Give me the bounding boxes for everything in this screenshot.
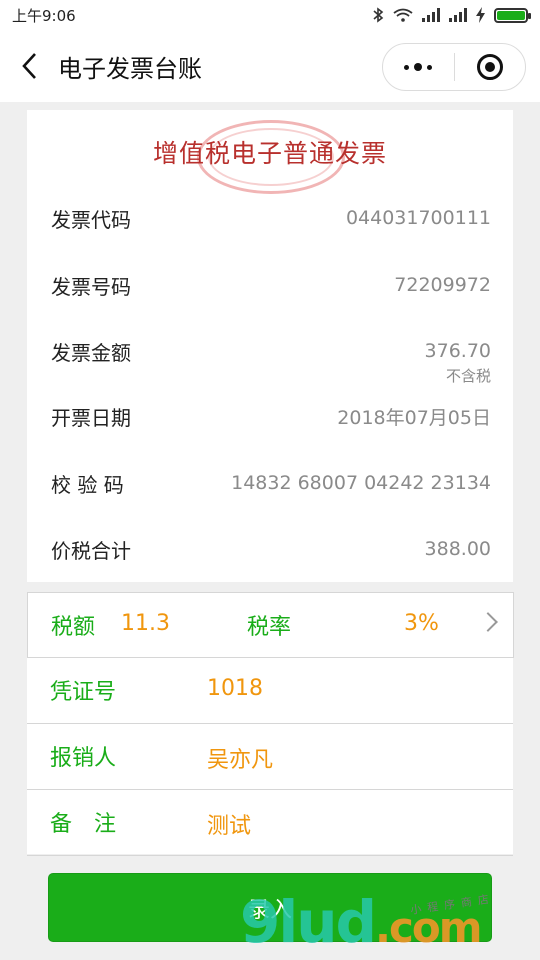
page-title: 电子发票台账 xyxy=(58,54,202,83)
invoice-row-number: 发票号码 72209972 xyxy=(51,265,491,305)
details-card: 税额 11.3 税率 3% 凭证号 1018 报销人 吴亦凡 备 注 测试 xyxy=(27,592,514,856)
charging-icon xyxy=(476,7,485,23)
invoice-row-date: 开票日期 2018年07月05日 xyxy=(51,396,491,436)
mini-program-capsule xyxy=(382,43,526,91)
wifi-icon xyxy=(393,8,413,22)
tax-rate-value: 3% xyxy=(404,611,439,636)
bluetooth-icon xyxy=(373,7,384,23)
reimburser-label: 报销人 xyxy=(50,746,117,771)
invoice-title: 增值税电子普通发票 xyxy=(152,139,387,168)
more-dots-icon xyxy=(404,63,433,71)
invoice-row-value: 044031700111 xyxy=(345,207,491,229)
invoice-row-value: 376.70 xyxy=(424,340,491,362)
invoice-row-value: 14832 68007 04242 23134 xyxy=(231,472,491,494)
invoice-row-label: 发票金额 xyxy=(51,340,131,365)
reimburser-row[interactable]: 报销人 吴亦凡 xyxy=(27,724,513,790)
tax-row[interactable]: 税额 11.3 税率 3% xyxy=(27,592,514,658)
chevron-right-icon xyxy=(478,612,498,632)
nav-bar: 电子发票台账 xyxy=(0,30,540,102)
submit-button[interactable]: 录入 xyxy=(48,873,492,942)
status-time: 上午9:06 xyxy=(12,6,76,25)
invoice-row-code: 发票代码 044031700111 xyxy=(51,198,491,238)
note-row[interactable]: 备 注 测试 xyxy=(27,790,513,856)
voucher-value[interactable]: 1018 xyxy=(207,676,263,701)
more-button[interactable] xyxy=(383,44,454,90)
invoice-row-value: 388.00 xyxy=(424,538,491,560)
invoice-row-amount: 发票金额 376.70 不含税 xyxy=(51,331,491,385)
battery-icon xyxy=(494,7,531,23)
tax-amount-label: 税额 xyxy=(51,615,96,640)
invoice-row-total: 价税合计 388.00 xyxy=(51,529,491,569)
invoice-row-value: 72209972 xyxy=(394,274,491,296)
close-mini-program-button[interactable] xyxy=(455,44,526,90)
invoice-row-label: 发票号码 xyxy=(51,274,131,299)
invoice-row-value: 2018年07月05日 xyxy=(337,406,491,429)
invoice-row-label: 开票日期 xyxy=(51,405,131,430)
invoice-row-label: 校 验 码 xyxy=(51,472,124,497)
note-label: 备 注 xyxy=(50,812,117,837)
signal-icon-2 xyxy=(449,8,467,22)
back-button[interactable] xyxy=(0,30,58,102)
tax-amount-value: 11.3 xyxy=(121,611,170,636)
voucher-label: 凭证号 xyxy=(50,680,117,705)
status-bar: 上午9:06 xyxy=(0,0,540,30)
status-icons xyxy=(372,7,531,23)
signal-icon xyxy=(422,8,440,22)
note-value[interactable]: 测试 xyxy=(207,808,251,840)
tax-excluded-note: 不含税 xyxy=(445,367,491,385)
invoice-row-label: 价税合计 xyxy=(51,538,131,563)
reimburser-value[interactable]: 吴亦凡 xyxy=(207,742,273,774)
invoice-card: 增值税电子普通发票 发票代码 044031700111 发票号码 7220997… xyxy=(27,110,513,582)
invoice-row-label: 发票代码 xyxy=(51,207,131,232)
target-icon xyxy=(476,54,503,80)
chevron-left-icon xyxy=(22,53,36,79)
voucher-row[interactable]: 凭证号 1018 xyxy=(27,658,513,724)
tax-rate-label: 税率 xyxy=(247,615,292,640)
invoice-row-check-code: 校 验 码 14832 68007 04242 23134 xyxy=(51,463,491,503)
